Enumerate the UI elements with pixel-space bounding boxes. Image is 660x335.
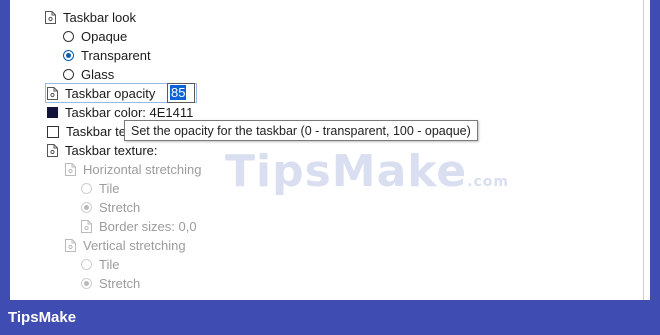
radio-button-icon [81, 259, 92, 270]
vertical-stretching-item[interactable]: Vertical stretching [65, 236, 186, 255]
tooltip: Set the opacity for the taskbar (0 - tra… [124, 120, 478, 141]
watermark-text: TipsMake [225, 146, 468, 197]
taskbar-text-item[interactable]: Taskbar te [47, 122, 126, 141]
radio-button-icon [81, 183, 92, 194]
vertical-stretching-label: Vertical stretching [83, 238, 186, 253]
horizontal-border-sizes-item[interactable]: Border sizes: 0,0 [81, 217, 197, 236]
taskbar-text-label: Taskbar te [66, 124, 126, 139]
horizontal-border-sizes-label: Border sizes: 0,0 [99, 219, 197, 234]
horizontal-tile-radio[interactable]: Tile [81, 179, 119, 198]
panel-border [643, 0, 644, 300]
radio-button-checked-icon [81, 202, 92, 213]
radio-button-checked-icon [63, 50, 74, 61]
watermark: TipsMake.com [225, 146, 509, 197]
checkbox-icon[interactable] [47, 125, 59, 138]
document-icon [81, 220, 92, 233]
taskbar-texture-label: Taskbar texture: [65, 143, 158, 158]
footer-brand: TipsMake [8, 309, 77, 326]
document-icon [65, 163, 76, 176]
radio-transparent-label: Transparent [81, 48, 151, 63]
horizontal-stretching-item[interactable]: Horizontal stretching [65, 160, 202, 179]
radio-transparent[interactable]: Transparent [63, 46, 151, 65]
settings-panel: TipsMake.com Taskbar look Opaque Transpa… [10, 0, 650, 300]
taskbar-opacity-label: Taskbar opacity [65, 86, 156, 101]
opacity-value[interactable]: 85 [170, 85, 187, 100]
radio-button-checked-icon [81, 278, 92, 289]
document-icon [65, 239, 76, 252]
vertical-tile-label: Tile [99, 257, 120, 272]
horizontal-stretch-label: Stretch [99, 200, 141, 215]
document-icon [47, 144, 58, 157]
taskbar-look-label: Taskbar look [63, 10, 136, 25]
taskbar-texture-item[interactable]: Taskbar texture: [47, 141, 158, 160]
radio-glass-label: Glass [81, 67, 115, 82]
horizontal-tile-label: Tile [99, 181, 120, 196]
horizontal-stretch-radio[interactable]: Stretch [81, 198, 140, 217]
radio-opaque-label: Opaque [81, 29, 128, 44]
taskbar-color-label: Taskbar color: 4E1411 [65, 105, 194, 120]
taskbar-look-item[interactable]: Taskbar look [45, 8, 136, 27]
opacity-input[interactable]: 85 [167, 83, 195, 103]
document-icon [45, 11, 56, 24]
vertical-tile-radio[interactable]: Tile [81, 255, 119, 274]
color-swatch[interactable] [47, 107, 58, 118]
radio-button-icon [63, 31, 74, 42]
radio-glass[interactable]: Glass [63, 65, 114, 84]
vertical-stretch-label: Stretch [99, 276, 141, 291]
horizontal-stretching-label: Horizontal stretching [83, 162, 202, 177]
watermark-suffix: .com [467, 174, 510, 190]
vertical-stretch-radio[interactable]: Stretch [81, 274, 140, 293]
taskbar-opacity-item[interactable]: Taskbar opacity [47, 84, 155, 103]
radio-button-icon [63, 69, 74, 80]
radio-opaque[interactable]: Opaque [63, 27, 127, 46]
document-icon [47, 87, 58, 100]
